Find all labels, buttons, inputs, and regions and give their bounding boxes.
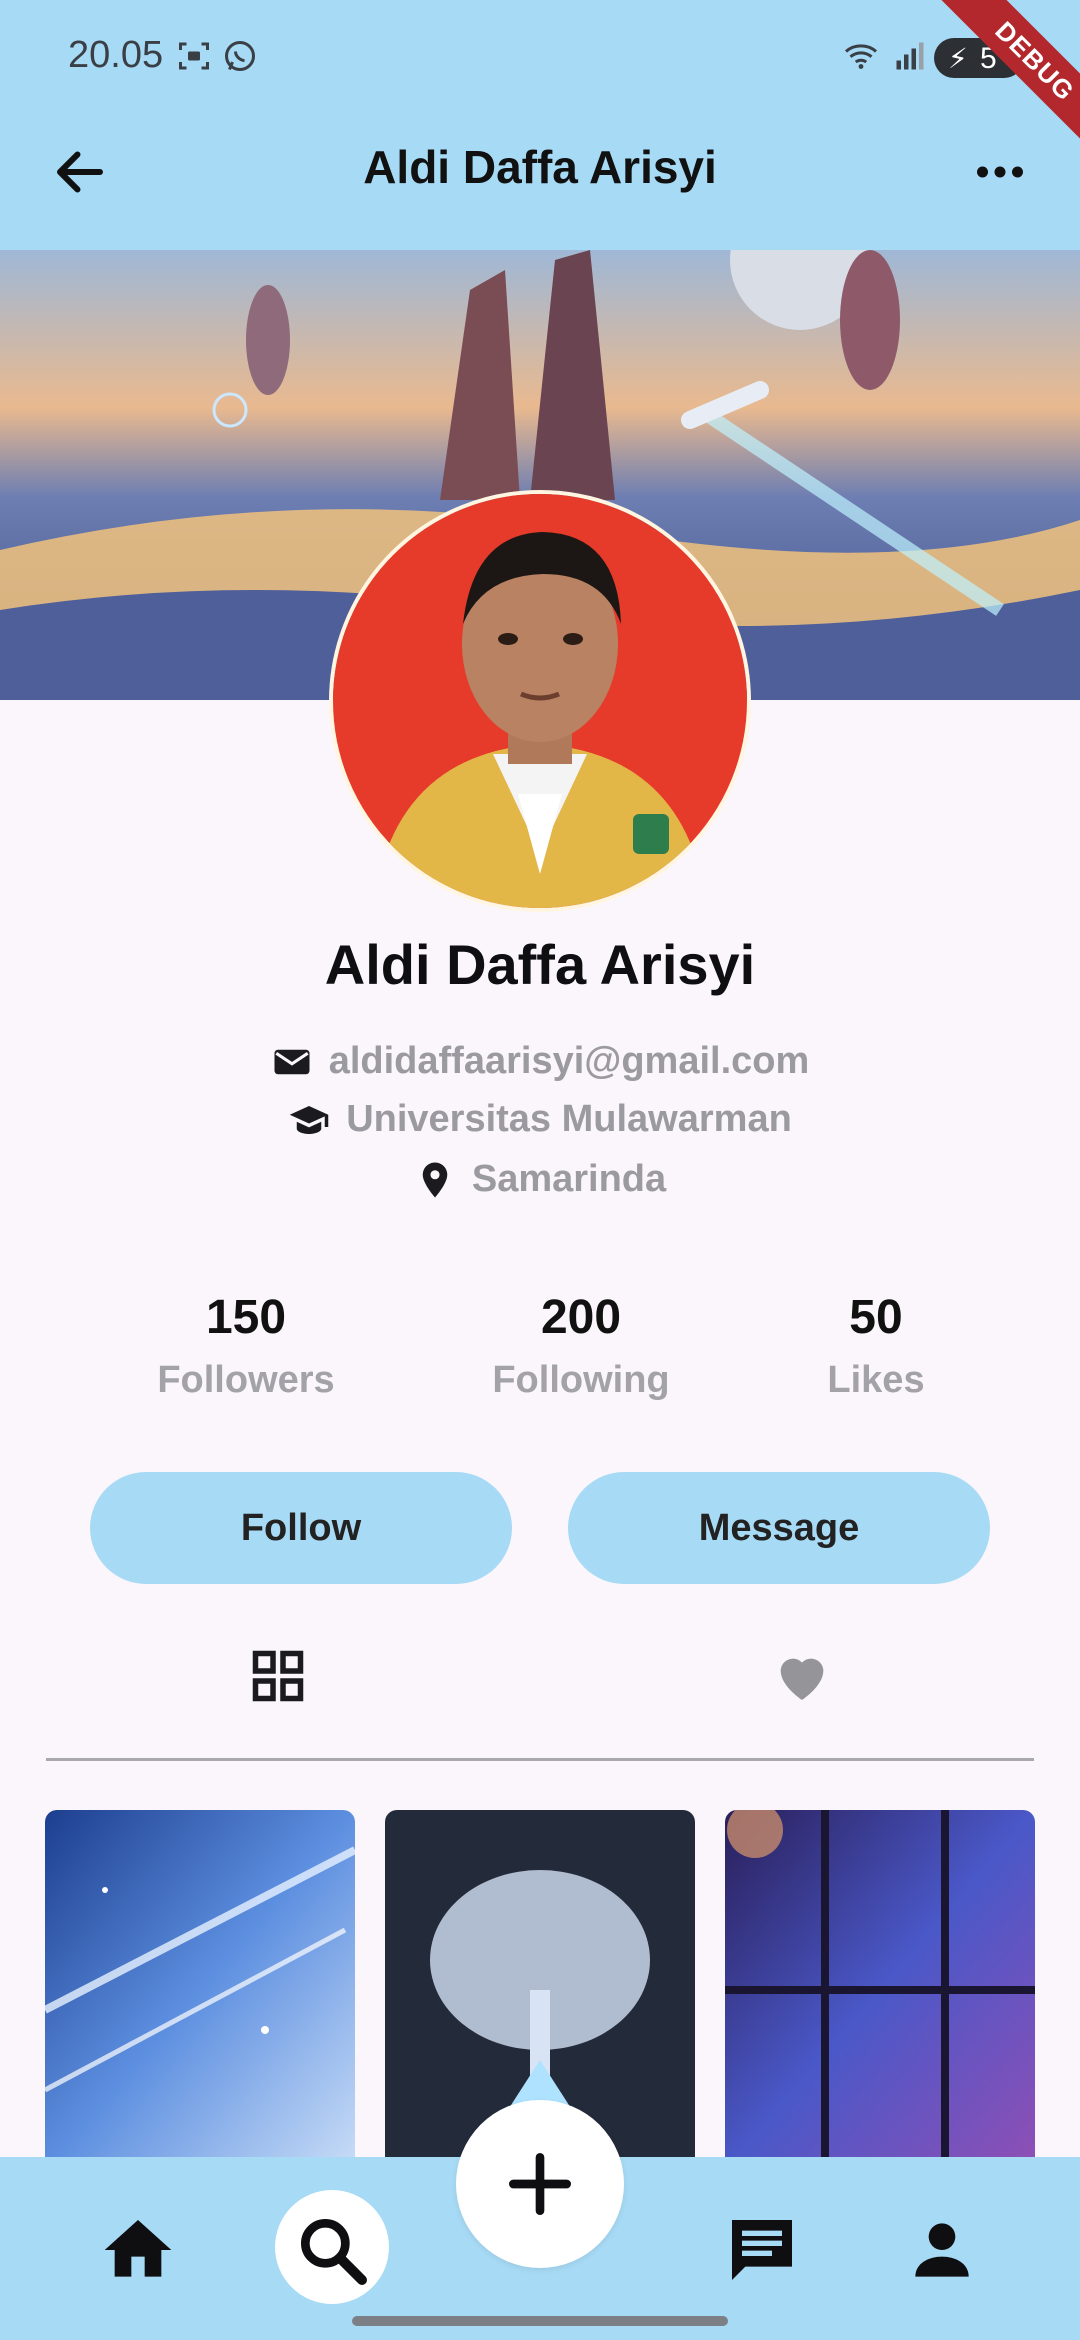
avatar: [329, 490, 751, 912]
location-row: Samarinda: [0, 1158, 1080, 1201]
person-icon[interactable]: [902, 2210, 982, 2290]
stat-label: Followers: [157, 1359, 335, 1401]
stat-value: 50: [849, 1291, 903, 1344]
home-indicator: [352, 2316, 728, 2326]
home-icon[interactable]: [98, 2210, 178, 2290]
page-title: Aldi Daffa Arisyi: [363, 141, 717, 193]
status-time: 20.05: [68, 34, 164, 76]
grid-icon[interactable]: [248, 1646, 308, 1706]
stat-value: 150: [205, 1291, 287, 1344]
message-button[interactable]: Message: [568, 1472, 990, 1584]
more-options-icon[interactable]: [970, 142, 1030, 202]
screenshot-icon: [179, 42, 209, 70]
stat-value: 200: [540, 1291, 622, 1344]
email-row: aldidaffaarisyi@gmail.com: [0, 1040, 1080, 1083]
post-thumbnail[interactable]: [725, 1810, 1035, 2170]
whatsapp-icon: [225, 41, 255, 71]
stat-followers[interactable]: 150 Followers: [96, 1290, 396, 1402]
graduation-cap-icon: [289, 1105, 329, 1134]
follow-button[interactable]: Follow: [90, 1472, 512, 1584]
mail-icon: [274, 1049, 310, 1074]
stat-following[interactable]: 200 Following: [431, 1290, 731, 1402]
stat-likes[interactable]: 50 Likes: [726, 1290, 1026, 1402]
chat-icon[interactable]: [722, 2210, 802, 2290]
stat-label: Likes: [827, 1359, 925, 1401]
post-thumbnail[interactable]: [45, 1810, 355, 2170]
tab-divider: [46, 1758, 1034, 1761]
location-pin-icon: [422, 1162, 448, 1197]
signal-icon: [896, 42, 924, 70]
add-post-button[interactable]: [456, 2100, 624, 2268]
search-icon[interactable]: [292, 2210, 372, 2290]
location-text: Samarinda: [471, 1158, 667, 1200]
wifi-icon: [844, 44, 878, 69]
email-text: aldidaffaarisyi@gmail.com: [328, 1040, 810, 1082]
stat-label: Following: [492, 1359, 670, 1401]
heart-icon[interactable]: [770, 1644, 834, 1708]
add-icon: [509, 2153, 571, 2215]
university-text: Universitas Mulawarman: [346, 1098, 792, 1140]
university-row: Universitas Mulawarman: [0, 1098, 1080, 1141]
profile-name: Aldi Daffa Arisyi: [324, 933, 756, 996]
